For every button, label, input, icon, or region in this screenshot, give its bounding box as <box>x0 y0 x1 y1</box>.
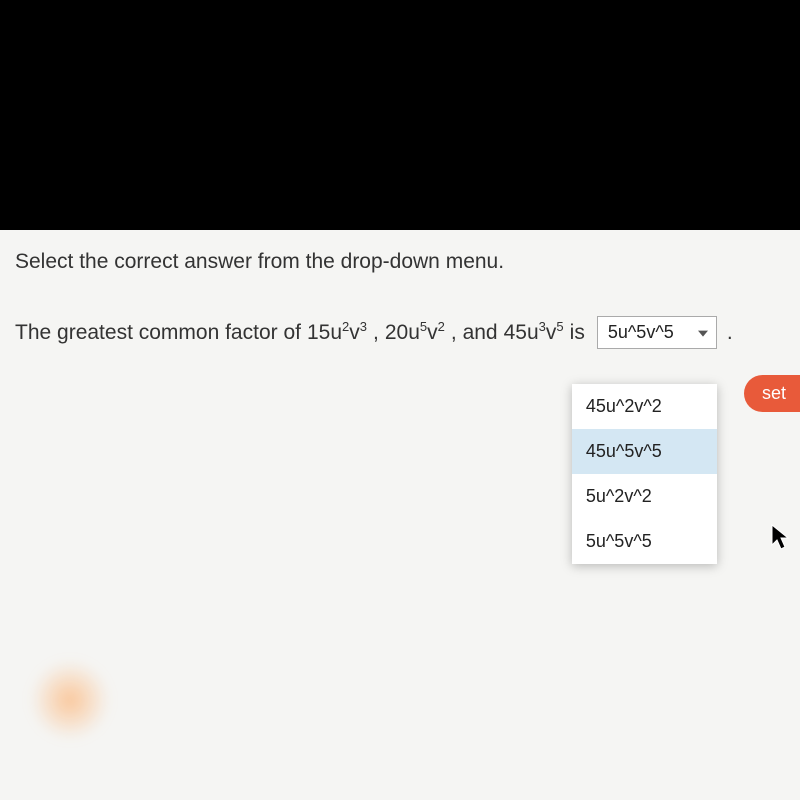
question-line: The greatest common factor of 15 u 2 v 3… <box>15 316 785 349</box>
term-3-var1: u <box>527 321 539 345</box>
dropdown-option-0[interactable]: 45u^2v^2 <box>572 384 717 429</box>
content-area: Select the correct answer from the drop-… <box>0 230 800 800</box>
question-suffix: is <box>570 321 585 345</box>
term-2-var2: v <box>427 321 438 345</box>
dropdown-option-1[interactable]: 45u^5v^5 <box>572 429 717 474</box>
answer-dropdown[interactable]: 5u^5v^5 <box>597 316 717 349</box>
term-3-exp2: 5 <box>556 319 563 334</box>
term-2: 20 u 5 v 2 <box>385 321 445 345</box>
set-button[interactable]: set <box>744 375 800 412</box>
term-1-var1: u <box>330 321 342 345</box>
dropdown-option-3[interactable]: 5u^5v^5 <box>572 519 717 564</box>
separator-2: , and <box>451 321 498 345</box>
term-3: 45 u 3 v 5 <box>504 321 564 345</box>
term-2-exp1: 5 <box>420 319 427 334</box>
term-1: 15 u 2 v 3 <box>307 321 367 345</box>
term-2-exp2: 2 <box>438 319 445 334</box>
instruction-text: Select the correct answer from the drop-… <box>15 250 785 274</box>
dropdown-list: 45u^2v^2 45u^5v^5 5u^2v^2 5u^5v^5 <box>572 384 717 564</box>
separator-1: , <box>373 321 379 345</box>
term-2-coef: 20 <box>385 321 408 345</box>
term-3-exp1: 3 <box>539 319 546 334</box>
cursor-icon <box>770 523 792 560</box>
glow-artifact <box>30 660 110 740</box>
term-3-var2: v <box>546 321 557 345</box>
period: . <box>727 321 733 345</box>
term-2-var1: u <box>408 321 420 345</box>
term-1-exp1: 2 <box>342 319 349 334</box>
dropdown-option-2[interactable]: 5u^2v^2 <box>572 474 717 519</box>
term-1-var2: v <box>349 321 360 345</box>
question-prefix: The greatest common factor of <box>15 321 301 345</box>
term-1-exp2: 3 <box>360 319 367 334</box>
dropdown-wrap: 5u^5v^5 45u^2v^2 45u^5v^5 5u^2v^2 5u^5v^… <box>597 316 717 349</box>
term-3-coef: 45 <box>504 321 527 345</box>
dropdown-selected-value: 5u^5v^5 <box>608 322 674 342</box>
term-1-coef: 15 <box>307 321 330 345</box>
